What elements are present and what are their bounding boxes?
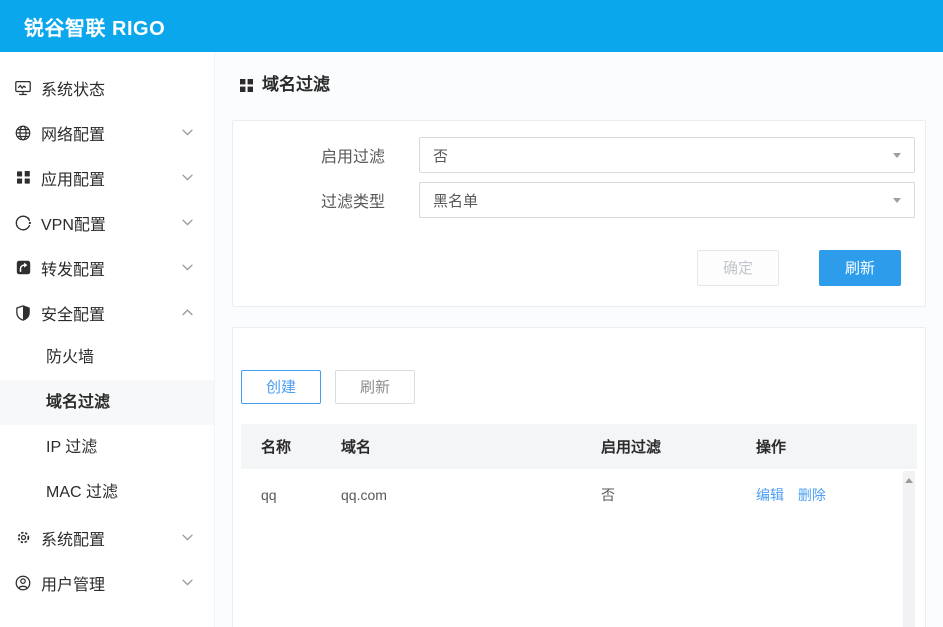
table-row: qq qq.com 否 编辑 删除: [241, 469, 917, 521]
sidebar-item-label: VPN配置: [41, 211, 182, 235]
sidebar-subitem-mac-filter[interactable]: MAC 过滤: [0, 470, 214, 515]
sidebar-item-vpn-config[interactable]: VPN配置: [0, 200, 214, 245]
chevron-up-icon: [182, 309, 193, 316]
sidebar-item-forward-config[interactable]: 转发配置: [0, 245, 214, 290]
filter-type-label: 过滤类型: [233, 188, 385, 212]
column-header-domain: 域名: [321, 436, 581, 457]
sidebar-item-label: 应用配置: [41, 166, 182, 190]
sidebar-item-user-management[interactable]: 用户管理: [0, 560, 214, 605]
chevron-down-icon: [182, 534, 193, 541]
enable-filter-label: 启用过滤: [233, 143, 385, 167]
cell-name: qq: [241, 487, 321, 503]
sidebar-item-system-status[interactable]: 系统状态: [0, 65, 214, 110]
scroll-up-icon: [905, 478, 913, 483]
filter-type-select-value: 黑名单: [433, 190, 893, 211]
create-button[interactable]: 创建: [241, 370, 321, 404]
edit-link[interactable]: 编辑: [756, 487, 784, 503]
filter-settings-card: 启用过滤 否 过滤类型 黑名单 确定 刷新: [232, 120, 926, 307]
sidebar-item-label: 网络配置: [41, 121, 182, 145]
confirm-button[interactable]: 确定: [697, 250, 779, 286]
sidebar-item-system-config[interactable]: 系统配置: [0, 515, 214, 560]
enable-filter-select-value: 否: [433, 145, 893, 166]
sidebar-item-security-config[interactable]: 安全配置: [0, 290, 214, 335]
sidebar-item-label: 转发配置: [41, 256, 182, 280]
table-refresh-button[interactable]: 刷新: [335, 370, 415, 404]
domain-list-card: 创建 刷新 名称 域名 启用过滤 操作 qq qq.com 否 编辑 删除: [232, 327, 926, 627]
top-header-bar: 锐谷智联 RIGO: [0, 0, 943, 52]
sidebar-item-label: 用户管理: [41, 571, 182, 595]
column-header-enabled: 启用过滤: [581, 436, 736, 457]
sidebar-item-app-config[interactable]: 应用配置: [0, 155, 214, 200]
user-icon: [14, 574, 32, 592]
monitor-icon: [14, 79, 32, 97]
brand-title: 锐谷智联 RIGO: [24, 12, 165, 41]
chevron-down-icon: [182, 219, 193, 226]
shield-icon: [14, 304, 32, 322]
filter-type-select[interactable]: 黑名单: [419, 182, 915, 218]
forward-icon: [14, 259, 32, 277]
main-content: 域名过滤 启用过滤 否 过滤类型 黑名单 确定 刷新: [215, 52, 943, 627]
page-title: 域名过滤: [240, 74, 926, 96]
chevron-down-icon: [182, 129, 193, 136]
cell-actions: 编辑 删除: [736, 485, 917, 505]
chevron-down-icon: [182, 174, 193, 181]
column-header-actions: 操作: [736, 436, 917, 457]
table-header-row: 名称 域名 启用过滤 操作: [241, 424, 917, 469]
vertical-scrollbar[interactable]: [903, 471, 915, 627]
cell-enabled: 否: [581, 485, 736, 505]
sidebar-subitem-ip-filter[interactable]: IP 过滤: [0, 425, 214, 470]
chevron-down-icon: [182, 264, 193, 271]
sidebar-subitem-firewall[interactable]: 防火墙: [0, 335, 214, 380]
gear-icon: [14, 529, 32, 547]
refresh-button[interactable]: 刷新: [819, 250, 901, 286]
grid-icon: [240, 79, 253, 92]
vpn-icon: [14, 214, 32, 232]
sidebar-item-label: 系统状态: [41, 76, 198, 100]
caret-down-icon: [893, 153, 901, 158]
page-title-text: 域名过滤: [262, 74, 330, 96]
sidebar-subitem-domain-filter[interactable]: 域名过滤: [0, 380, 214, 425]
cell-domain: qq.com: [321, 487, 581, 503]
sidebar-nav: 系统状态 网络配置: [0, 52, 215, 627]
enable-filter-select[interactable]: 否: [419, 137, 915, 173]
delete-link[interactable]: 删除: [798, 487, 826, 503]
sidebar-item-label: 安全配置: [41, 301, 182, 325]
apps-icon: [14, 169, 32, 187]
globe-icon: [14, 124, 32, 142]
sidebar-item-label: 系统配置: [41, 526, 182, 550]
sidebar-item-network-config[interactable]: 网络配置: [0, 110, 214, 155]
chevron-down-icon: [182, 579, 193, 586]
column-header-name: 名称: [241, 436, 321, 457]
caret-down-icon: [893, 198, 901, 203]
